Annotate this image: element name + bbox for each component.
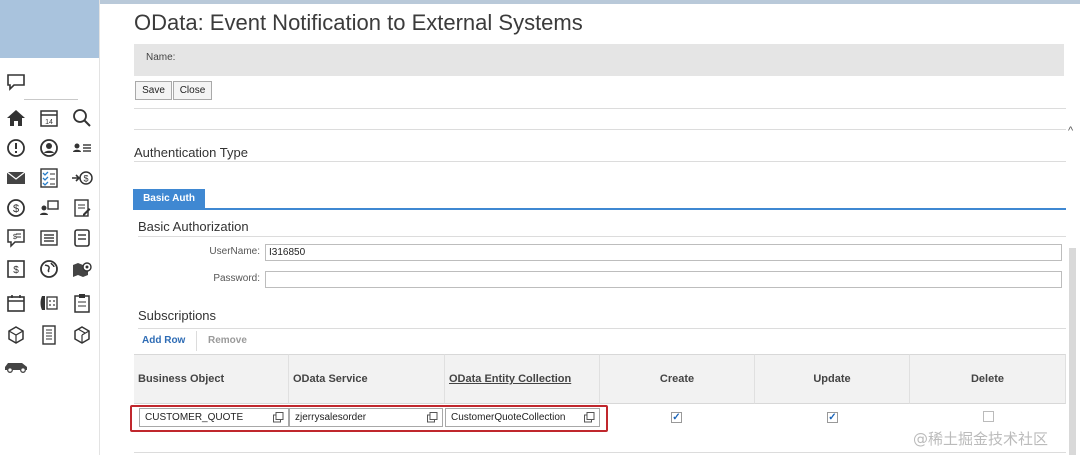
sidebar-divider — [24, 99, 78, 100]
svg-text:$: $ — [13, 265, 19, 276]
alert-icon[interactable] — [5, 137, 27, 159]
search-icon[interactable] — [71, 107, 93, 129]
divider — [138, 236, 1066, 237]
report-icon[interactable] — [38, 324, 60, 346]
remove-button[interactable]: Remove — [208, 335, 247, 346]
scrollbar[interactable] — [1069, 248, 1076, 455]
list-icon[interactable] — [38, 227, 60, 249]
add-row-button[interactable]: Add Row — [142, 335, 185, 346]
svg-text:$: $ — [13, 203, 19, 215]
currency-icon[interactable]: $ — [5, 197, 27, 219]
home-icon[interactable] — [5, 107, 27, 129]
create-checkbox[interactable]: ✓ — [671, 412, 682, 423]
column-header-odata-service[interactable]: OData Service — [289, 354, 445, 404]
sidebar: 14 $ $ $ $ — [0, 0, 100, 455]
sidebar-header — [0, 0, 99, 58]
person-board-icon[interactable] — [38, 197, 60, 219]
mail-icon[interactable] — [5, 167, 27, 189]
authentication-type-title: Authentication Type — [134, 145, 248, 160]
globe-icon[interactable] — [38, 258, 60, 280]
username-label: UserName: — [209, 246, 260, 257]
toolbar-separator — [196, 331, 197, 351]
name-bar: Name: — [134, 44, 1064, 76]
feedback-icon[interactable] — [5, 71, 27, 93]
watermark: @稀土掘金技术社区 — [913, 430, 1049, 448]
tab-basic-auth[interactable]: Basic Auth — [133, 189, 205, 208]
name-label: Name: — [146, 52, 176, 63]
package-icon[interactable] — [71, 324, 93, 346]
divider — [134, 161, 1066, 162]
column-header-business-object[interactable]: Business Object — [134, 354, 289, 404]
map-pin-icon[interactable] — [71, 258, 93, 280]
checklist-icon[interactable] — [38, 167, 60, 189]
divider — [134, 108, 1066, 109]
basic-authorization-title: Basic Authorization — [138, 219, 249, 234]
payment-arrow-icon[interactable]: $ — [71, 167, 93, 189]
divider — [134, 129, 1066, 130]
device-icon[interactable] — [71, 227, 93, 249]
password-label: Password: — [213, 273, 260, 284]
calendar-small-icon[interactable] — [5, 292, 27, 314]
money-box-icon[interactable]: $ — [5, 258, 27, 280]
divider — [134, 452, 1066, 453]
user-circle-icon[interactable] — [38, 137, 60, 159]
close-button[interactable]: Close — [173, 81, 212, 100]
cube-icon[interactable] — [5, 324, 27, 346]
password-field[interactable] — [265, 271, 1062, 288]
main-content: OData: Event Notification to External Sy… — [100, 0, 1080, 455]
column-header-update[interactable]: Update — [755, 354, 910, 404]
delete-checkbox[interactable] — [983, 411, 994, 422]
svg-text:$: $ — [83, 174, 88, 184]
phone-keypad-icon[interactable] — [38, 292, 60, 314]
contacts-list-icon[interactable] — [71, 137, 93, 159]
update-checkbox[interactable]: ✓ — [827, 412, 838, 423]
collapse-chevron-icon[interactable]: ^ — [1068, 125, 1073, 137]
svg-text:14: 14 — [45, 119, 53, 126]
price-chat-icon[interactable]: $ — [5, 227, 27, 249]
column-header-create[interactable]: Create — [600, 354, 755, 404]
tab-underline — [133, 208, 1066, 210]
document-edit-icon[interactable] — [71, 197, 93, 219]
page-title: OData: Event Notification to External Sy… — [134, 10, 583, 35]
clipboard-icon[interactable] — [71, 292, 93, 314]
username-field[interactable]: I316850 — [265, 244, 1062, 261]
column-header-delete[interactable]: Delete — [910, 354, 1066, 404]
divider — [138, 328, 1066, 329]
calendar-icon[interactable]: 14 — [38, 107, 60, 129]
subscriptions-title: Subscriptions — [138, 308, 217, 323]
save-button[interactable]: Save — [135, 81, 172, 100]
column-header-entity-collection[interactable]: OData Entity Collection — [445, 354, 600, 404]
highlight-box — [130, 405, 608, 432]
car-icon[interactable] — [3, 354, 31, 376]
